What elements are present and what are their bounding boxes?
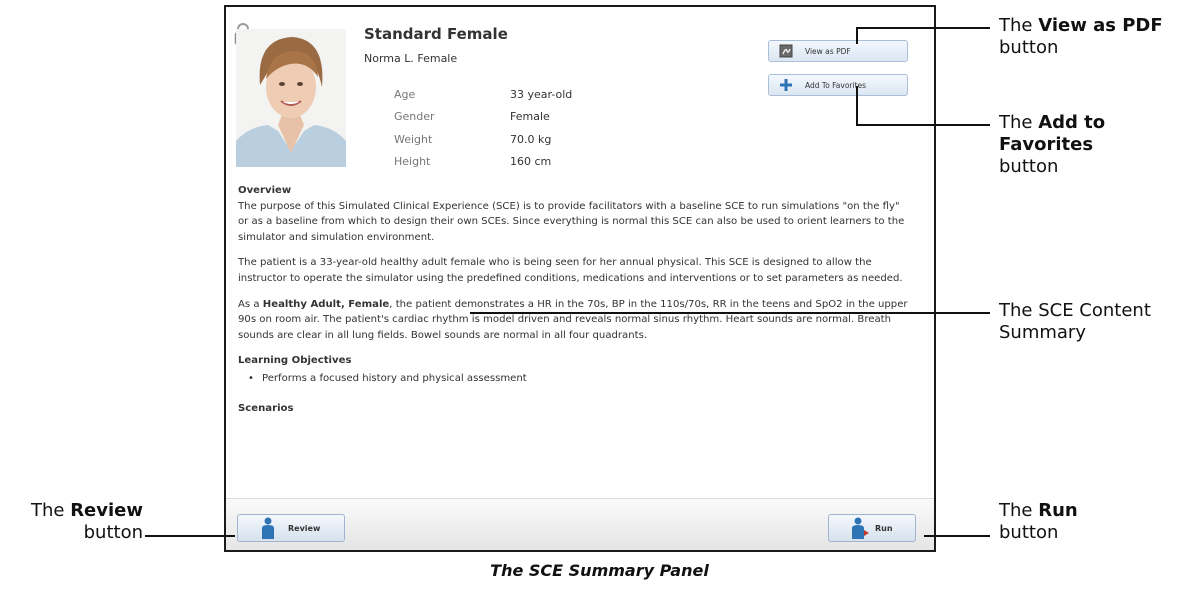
callout-add-favorites: The Add to Favorites button <box>999 112 1105 178</box>
panel-footer: Review Run <box>226 498 934 550</box>
learning-objectives-heading: Learning Objectives <box>238 355 352 367</box>
patient-type-bold: Healthy Adult, Female <box>262 298 390 310</box>
vitals-table: Age 33 year-old Gender Female Weight 70.… <box>394 83 572 173</box>
callout-run: The Run button <box>999 500 1078 544</box>
callout-run-bold: Run <box>1038 500 1078 521</box>
learning-objectives-list: Performs a focused history and physical … <box>248 371 913 387</box>
callout-summary-line2: Summary <box>999 322 1086 343</box>
vitals-value: 160 cm <box>510 155 552 169</box>
callout-pdf-post: button <box>999 37 1059 58</box>
callout-review-bold: Review <box>70 500 143 521</box>
vitals-row-gender: Gender Female <box>394 106 572 129</box>
review-label: Review <box>288 523 321 533</box>
vitals-label: Gender <box>394 110 435 124</box>
review-button[interactable]: Review <box>237 514 345 542</box>
overview-paragraph-2: The patient is a 33-year-old healthy adu… <box>238 257 903 284</box>
callout-line-pdf-vertical <box>856 27 858 44</box>
vitals-row-height: Height 160 cm <box>394 151 572 174</box>
vitals-value: 33 year-old <box>510 87 573 101</box>
vitals-label: Weight <box>394 132 433 146</box>
run-button[interactable]: Run <box>828 514 916 542</box>
callout-review-pre: The <box>30 500 71 521</box>
callout-content-summary: The SCE Content Summary <box>999 300 1151 344</box>
patient-photo <box>236 29 346 167</box>
view-pdf-button[interactable]: View as PDF <box>768 40 908 62</box>
run-label: Run <box>875 523 893 533</box>
callout-run-pre: The <box>999 500 1039 521</box>
list-item: Performs a focused history and physical … <box>248 371 913 387</box>
callout-line-review <box>145 535 235 537</box>
callout-review: The Review button <box>0 500 143 544</box>
vitals-label: Height <box>394 155 431 169</box>
callout-line-fav-horizontal <box>856 124 990 126</box>
callout-fav-pre: The <box>999 112 1039 133</box>
sce-content-summary: Overview The purpose of this Simulated C… <box>238 183 913 416</box>
callout-line-summary <box>470 312 990 314</box>
vitals-row-age: Age 33 year-old <box>394 83 572 106</box>
view-pdf-label: View as PDF <box>805 46 851 56</box>
callout-pdf-bold: View as PDF <box>1038 15 1163 36</box>
callout-view-pdf: The View as PDF button <box>999 15 1163 59</box>
callout-summary-line1: The SCE Content <box>999 300 1151 321</box>
add-to-favorites-button[interactable]: Add To Favorites <box>768 74 908 96</box>
patient-name: Norma L. Female <box>364 52 458 65</box>
callout-line-fav-vertical <box>856 86 858 125</box>
callout-line-pdf-horizontal <box>856 27 990 29</box>
run-person-icon <box>851 517 869 539</box>
vitals-row-weight: Weight 70.0 kg <box>394 128 572 151</box>
pdf-icon <box>779 44 793 58</box>
callout-line-run <box>924 535 990 537</box>
figure-caption: The SCE Summary Panel <box>490 561 709 580</box>
person-icon <box>260 517 276 539</box>
overview-paragraph-3: As a Healthy Adult, Female, the patient … <box>238 297 913 344</box>
plus-icon <box>779 78 793 92</box>
sce-summary-panel: Standard Female Norma L. Female Age 33 y… <box>224 5 936 552</box>
callout-fav-bold1: Add to <box>1038 112 1106 133</box>
overview-heading: Overview <box>238 185 292 196</box>
scenarios-heading: Scenarios <box>238 402 294 414</box>
callout-fav-post: button <box>999 156 1059 177</box>
callout-fav-bold2: Favorites <box>999 134 1094 155</box>
patient-title: Standard Female <box>364 25 508 43</box>
vitals-value: Female <box>510 110 550 124</box>
callout-pdf-pre: The <box>999 15 1039 36</box>
callout-review-post: button <box>83 522 143 543</box>
overview-paragraph-1: The purpose of this Simulated Clinical E… <box>238 200 905 243</box>
vitals-value: 70.0 kg <box>510 132 552 146</box>
vitals-label: Age <box>394 87 416 101</box>
paragraph-prefix: As a <box>238 298 263 310</box>
callout-run-post: button <box>999 522 1059 543</box>
